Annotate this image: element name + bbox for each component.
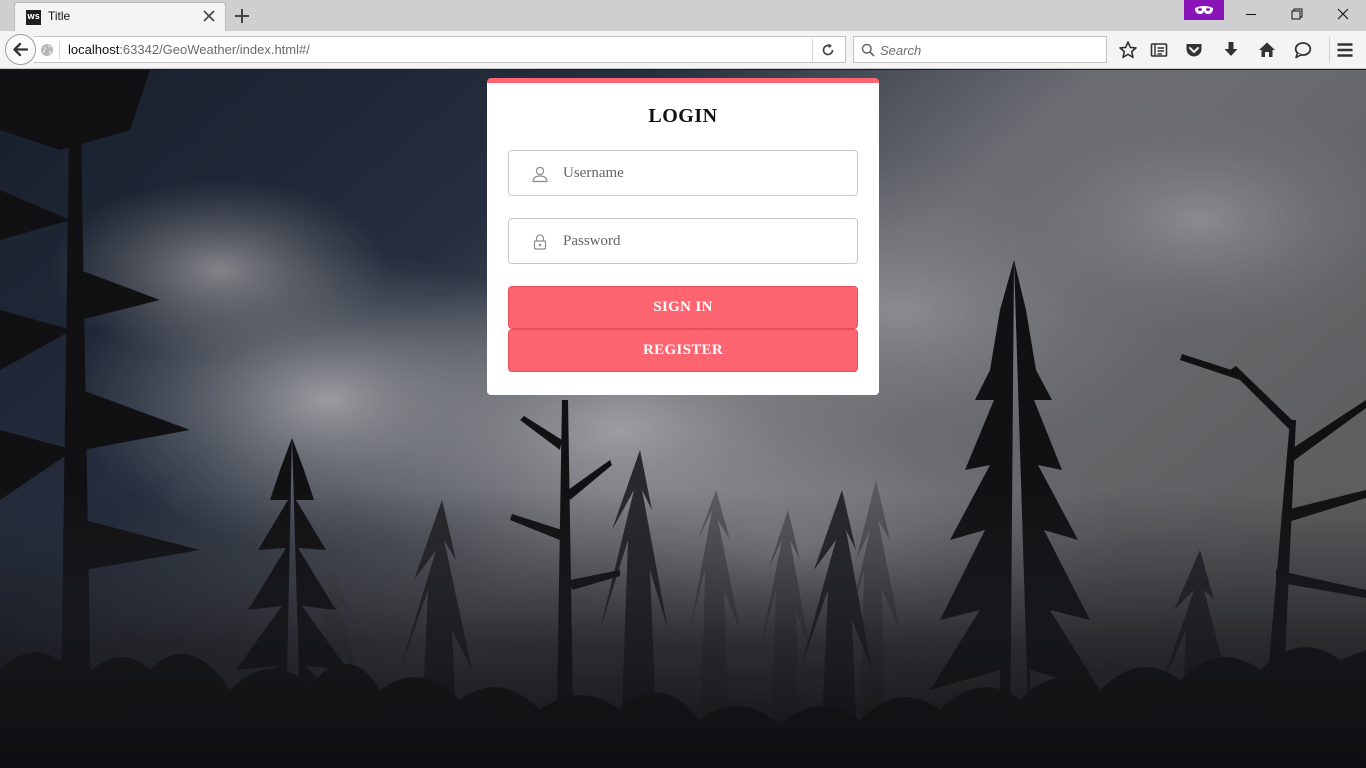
restore-window-icon[interactable]	[1274, 0, 1320, 29]
tab-title: Title	[48, 9, 71, 23]
minimize-window-icon[interactable]	[1228, 0, 1274, 29]
search-bar[interactable]	[853, 36, 1107, 63]
url-host: localhost	[68, 42, 120, 57]
register-button[interactable]: REGISTER	[508, 329, 858, 372]
page-viewport: LOGIN SIGN IN REGISTER	[0, 70, 1366, 768]
close-window-icon[interactable]	[1320, 0, 1366, 29]
hamburger-menu-icon[interactable]	[1335, 40, 1355, 60]
webstorm-favicon-icon: WS	[26, 10, 41, 25]
reload-icon[interactable]	[820, 42, 836, 58]
user-icon	[532, 166, 548, 183]
browser-tab[interactable]: WS Title	[14, 2, 226, 31]
reading-list-icon[interactable]	[1149, 40, 1169, 60]
browser-tab-strip: WS Title	[0, 0, 1366, 31]
site-identity-globe-icon[interactable]	[40, 43, 54, 57]
bookmark-star-icon[interactable]	[1118, 40, 1138, 60]
url-path: :63342/GeoWeather/index.html#/	[119, 42, 310, 57]
pocket-icon[interactable]	[1184, 40, 1204, 60]
search-icon	[861, 43, 875, 57]
login-card: LOGIN SIGN IN REGISTER	[487, 78, 879, 395]
downloads-icon[interactable]	[1221, 40, 1241, 60]
username-input[interactable]	[563, 162, 843, 184]
toolbar-separator	[1329, 37, 1330, 63]
new-tab-icon[interactable]	[233, 7, 251, 25]
password-input[interactable]	[563, 230, 843, 252]
home-icon[interactable]	[1257, 40, 1277, 60]
password-field[interactable]	[508, 218, 858, 264]
address-separator	[59, 41, 60, 59]
chat-bubble-icon[interactable]	[1293, 40, 1313, 60]
sign-in-button[interactable]: SIGN IN	[508, 286, 858, 329]
login-title: LOGIN	[648, 105, 718, 127]
address-bar[interactable]: localhost:63342/GeoWeather/index.html#/	[34, 36, 846, 63]
private-browsing-mask-icon	[1184, 0, 1224, 20]
search-input[interactable]	[880, 40, 1100, 60]
address-divider	[812, 39, 813, 61]
username-field[interactable]	[508, 150, 858, 196]
close-tab-icon[interactable]	[201, 8, 217, 24]
browser-navigation-bar: localhost:63342/GeoWeather/index.html#/	[0, 31, 1366, 69]
url-text[interactable]: localhost:63342/GeoWeather/index.html#/	[68, 42, 310, 57]
back-arrow-icon	[13, 42, 29, 57]
lock-icon	[533, 234, 547, 250]
back-button[interactable]	[5, 34, 36, 65]
